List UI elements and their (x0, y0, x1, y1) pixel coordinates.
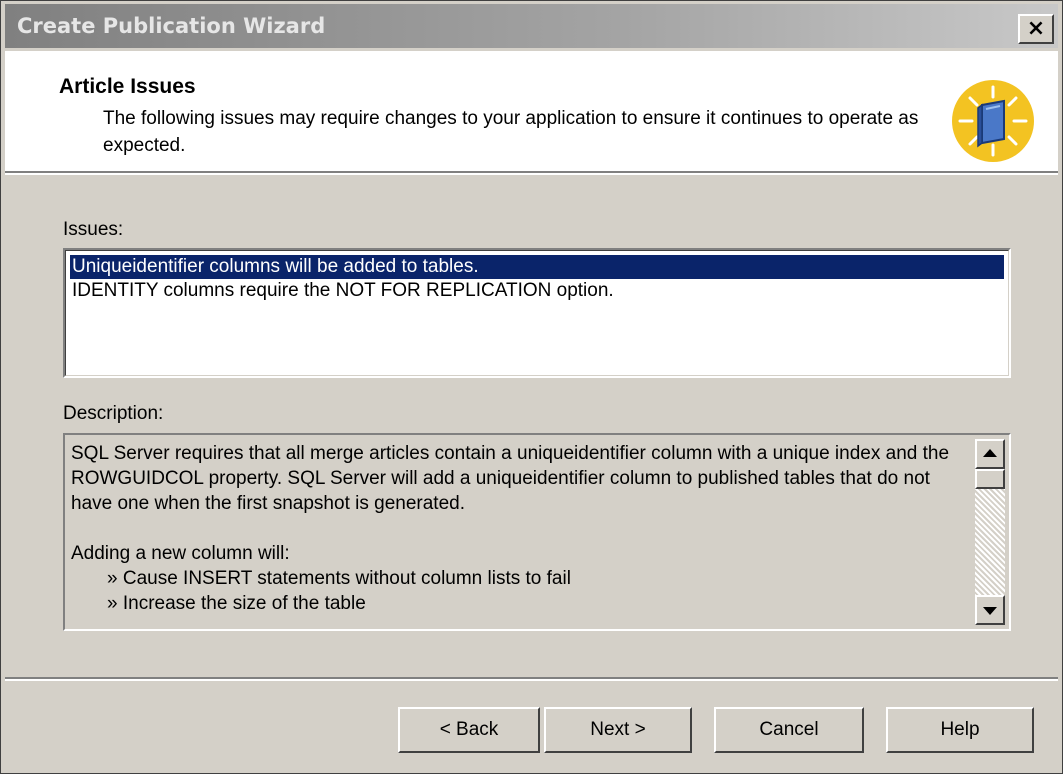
issues-label: Issues: (63, 219, 124, 240)
wizard-window: Create Publication Wizard × Article Issu… (0, 0, 1063, 774)
description-bullet: » Cause INSERT statements without column… (107, 568, 571, 589)
next-button[interactable]: Next > (544, 707, 692, 753)
cancel-button[interactable]: Cancel (714, 707, 864, 753)
description-paragraph: Adding a new column will: (71, 543, 290, 564)
arrow-down-icon (983, 607, 997, 615)
description-bullet: » Increase the size of the table (107, 593, 366, 614)
page-title: Article Issues (59, 75, 196, 98)
scroll-up-button[interactable] (975, 439, 1005, 469)
close-button[interactable]: × (1018, 14, 1054, 44)
footer-divider-highlight (5, 679, 1058, 681)
scroll-down-button[interactable] (975, 595, 1005, 625)
header-divider-highlight (5, 173, 1058, 175)
help-button[interactable]: Help (886, 707, 1034, 753)
wizard-book-icon (952, 80, 1034, 162)
arrow-up-icon (983, 449, 997, 457)
issue-item-identity[interactable]: IDENTITY columns require the NOT FOR REP… (70, 279, 614, 303)
issues-listbox-inner: Uniqueidentifier columns will be added t… (65, 250, 1009, 376)
issue-item-uniqueidentifier[interactable]: Uniqueidentifier columns will be added t… (70, 255, 1004, 279)
description-content: SQL Server requires that all merge artic… (71, 441, 971, 616)
back-button[interactable]: < Back (398, 707, 540, 753)
page-description: The following issues may require changes… (103, 108, 919, 156)
description-paragraph: SQL Server requires that all merge artic… (71, 443, 950, 514)
description-label: Description: (63, 403, 164, 424)
scroll-thumb[interactable] (975, 469, 1005, 489)
close-icon: × (1026, 16, 1046, 41)
description-scrollbar[interactable] (975, 439, 1005, 625)
issues-listbox[interactable]: Uniqueidentifier columns will be added t… (63, 248, 1011, 378)
title-bar[interactable]: Create Publication Wizard × (5, 4, 1058, 48)
description-textbox[interactable]: SQL Server requires that all merge artic… (63, 433, 1011, 631)
window-title: Create Publication Wizard (17, 14, 326, 38)
